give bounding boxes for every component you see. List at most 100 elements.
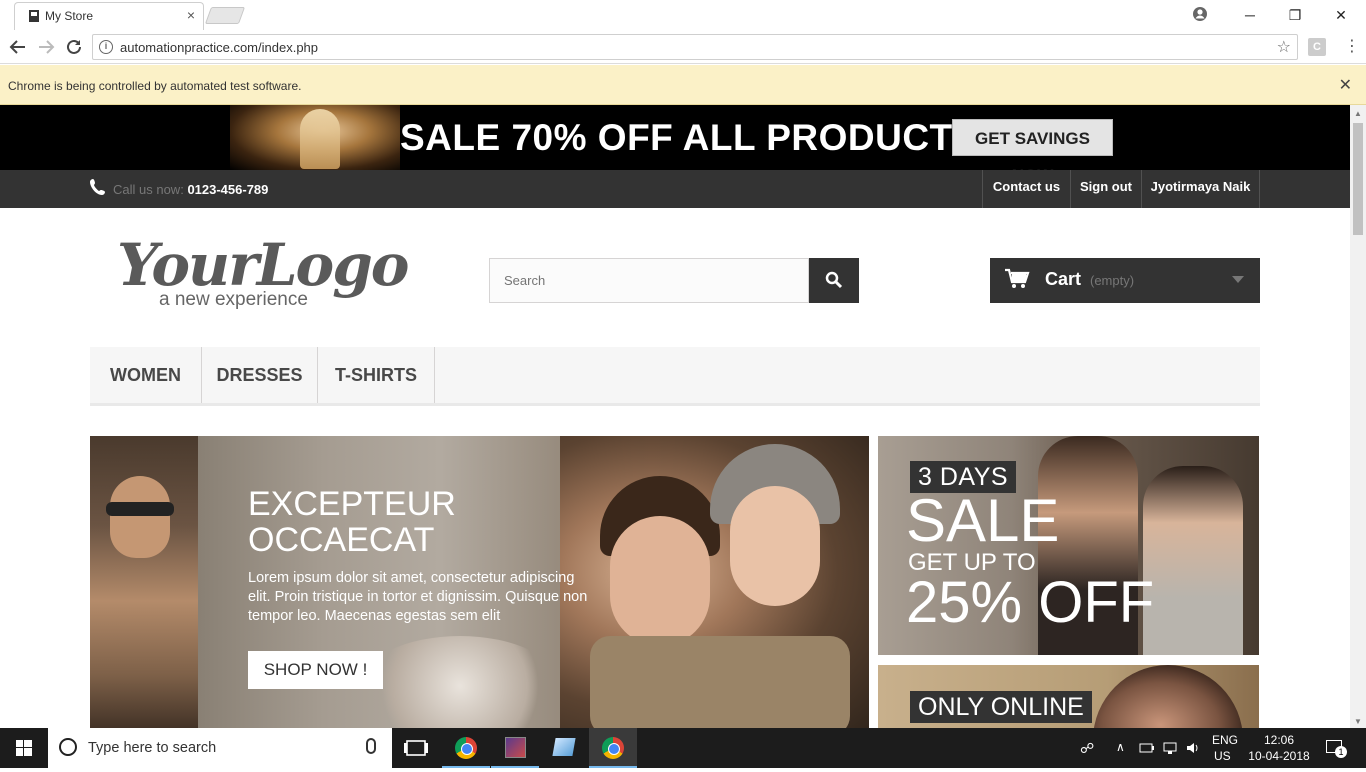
- forward-icon[interactable]: [35, 36, 57, 58]
- automation-infobar: Chrome is being controlled by automated …: [0, 65, 1366, 105]
- profile-icon[interactable]: [1192, 6, 1208, 22]
- volume-icon[interactable]: [1185, 741, 1201, 755]
- network-icon[interactable]: [1162, 741, 1178, 755]
- scroll-up-icon[interactable]: ▲: [1354, 109, 1362, 118]
- slide-man-image: [90, 436, 198, 728]
- taskbar-chrome-app[interactable]: [442, 728, 490, 768]
- slide-woman1-face: [610, 516, 710, 646]
- tab-title: My Store: [45, 9, 94, 23]
- promo-banner-sale[interactable]: 3 DAYS SALE GET UP TO 25% OFF: [878, 436, 1259, 655]
- notification-center-icon[interactable]: 1: [1326, 740, 1347, 758]
- slide-man-sunglasses: [106, 502, 174, 516]
- shopping-cart-icon: [1005, 268, 1030, 288]
- search-box: [489, 258, 809, 303]
- language-indicator[interactable]: ENG US: [1212, 732, 1238, 772]
- taskbar-app-3[interactable]: [540, 728, 588, 768]
- slide-description: Lorem ipsum dolor sit amet, consectetur …: [248, 570, 588, 624]
- search-input[interactable]: [490, 259, 808, 302]
- language-code: ENG: [1212, 733, 1239, 747]
- slide-scarf: [590, 636, 850, 728]
- sign-out-link[interactable]: Sign out: [1070, 170, 1141, 208]
- shop-now-button[interactable]: SHOP NOW !: [248, 651, 383, 689]
- browser-toolbar: i automationpractice.com/index.php ☆ C ⋮: [0, 30, 1366, 64]
- menu-item-dresses[interactable]: DRESSES: [202, 347, 318, 403]
- taskbar-search-box[interactable]: Type here to search: [48, 728, 392, 768]
- slide-woman2-face: [730, 486, 820, 606]
- extension-icon[interactable]: C: [1308, 38, 1326, 56]
- promo-percent-text: 25% OFF: [906, 570, 1155, 635]
- close-window-button[interactable]: ✕: [1318, 4, 1364, 26]
- menu-item-tshirts[interactable]: T-SHIRTS: [318, 347, 435, 403]
- home-slider[interactable]: EXCEPTEUR OCCAECAT Lorem ipsum dolor sit…: [90, 436, 869, 728]
- search-button[interactable]: [809, 258, 859, 303]
- page-scrollbar[interactable]: ▲ ▼: [1350, 105, 1366, 728]
- new-tab-button[interactable]: [204, 7, 246, 24]
- store-favicon-icon: [29, 10, 39, 22]
- notepad-icon: [552, 738, 576, 756]
- promo-woman-face-image: [1093, 665, 1243, 728]
- chrome-icon: [602, 737, 624, 759]
- microphone-icon[interactable]: [366, 738, 376, 754]
- promo-online-badge: ONLY ONLINE: [910, 691, 1092, 723]
- browser-menu-icon[interactable]: ⋮: [1344, 36, 1360, 56]
- windows-start-icon[interactable]: [0, 728, 48, 768]
- promo-sale-text: SALE: [906, 487, 1060, 554]
- get-savings-button[interactable]: GET SAVINGS NOW: [952, 119, 1113, 185]
- sale-banner[interactable]: SALE 70% OFF ALL PRODUCTS GET SAVINGS NO…: [0, 105, 1350, 185]
- page-viewport: SALE 70% OFF ALL PRODUCTS GET SAVINGS NO…: [0, 105, 1350, 728]
- taskbar-chrome-active[interactable]: [589, 728, 637, 768]
- reload-icon[interactable]: [63, 36, 85, 58]
- slide-title: EXCEPTEUR OCCAECAT: [248, 486, 548, 558]
- logo-tagline: a new experience: [159, 289, 308, 310]
- tab-strip: My Store × ─ ❐ ✕: [0, 0, 1366, 30]
- cart-label: Cart: [1045, 269, 1082, 289]
- notification-count: 1: [1335, 746, 1347, 758]
- promo-woman-image: [1143, 466, 1243, 655]
- cortana-icon: [59, 738, 77, 756]
- bookmark-star-icon[interactable]: ☆: [1277, 37, 1291, 57]
- infobar-message: Chrome is being controlled by automated …: [8, 79, 302, 93]
- windows-taskbar: Type here to search ☍ ∧ ENG US 12:06 10-…: [0, 728, 1366, 768]
- slide-women-image: [560, 436, 869, 728]
- chevron-down-icon: [1232, 276, 1244, 283]
- task-view-icon[interactable]: [392, 728, 440, 768]
- cart-status: (empty): [1090, 273, 1135, 288]
- main-menu: WOMEN DRESSES T-SHIRTS: [90, 347, 1260, 406]
- search-icon: [825, 271, 843, 289]
- slide-title-line2: OCCAECAT: [248, 521, 435, 559]
- address-bar[interactable]: i automationpractice.com/index.php ☆: [92, 34, 1298, 60]
- cart-block[interactable]: Cart (empty): [990, 258, 1260, 303]
- infobar-close-icon[interactable]: ✕: [1339, 75, 1352, 95]
- people-icon[interactable]: ☍: [1080, 740, 1094, 757]
- taskbar-search-placeholder: Type here to search: [88, 740, 217, 756]
- clock[interactable]: 12:06 10-04-2018: [1248, 732, 1310, 772]
- site-logo[interactable]: YourLogo a new experience: [117, 231, 409, 310]
- scroll-down-icon[interactable]: ▼: [1354, 717, 1362, 726]
- restore-button[interactable]: ❐: [1272, 4, 1318, 26]
- chrome-icon: [455, 737, 477, 759]
- promo-banner-online[interactable]: ONLY ONLINE: [878, 665, 1259, 728]
- tab-close-icon[interactable]: ×: [187, 7, 195, 23]
- browser-tab[interactable]: My Store ×: [14, 2, 204, 30]
- minimize-button[interactable]: ─: [1227, 4, 1273, 26]
- scrollbar-thumb[interactable]: [1353, 123, 1363, 235]
- battery-icon[interactable]: [1139, 741, 1155, 755]
- call-us-text: Call us now: 0123-456-789: [113, 182, 269, 197]
- contact-us-link[interactable]: Contact us: [982, 170, 1070, 208]
- clock-time: 12:06: [1263, 733, 1295, 747]
- back-icon[interactable]: [7, 36, 29, 58]
- chevron-up-icon[interactable]: ∧: [1116, 740, 1125, 754]
- phone-icon: [90, 179, 105, 195]
- url-text[interactable]: automationpractice.com/index.php: [120, 40, 318, 55]
- slide-flowers: [360, 636, 560, 728]
- keyboard-region: US: [1214, 749, 1231, 763]
- menu-item-women[interactable]: WOMEN: [90, 347, 202, 403]
- header-nav-divider: [1259, 170, 1260, 208]
- slide-title-line1: EXCEPTEUR: [248, 485, 456, 523]
- site-info-icon[interactable]: i: [99, 40, 113, 54]
- account-name-link[interactable]: Jyotirmaya Naik: [1141, 170, 1259, 208]
- banner-headline: SALE 70% OFF ALL PRODUCTS: [400, 117, 978, 158]
- header-nav-bar: Call us now: 0123-456-789 Contact us Sig…: [0, 170, 1350, 208]
- taskbar-app-2[interactable]: [491, 728, 539, 768]
- slide-man-face: [110, 476, 170, 558]
